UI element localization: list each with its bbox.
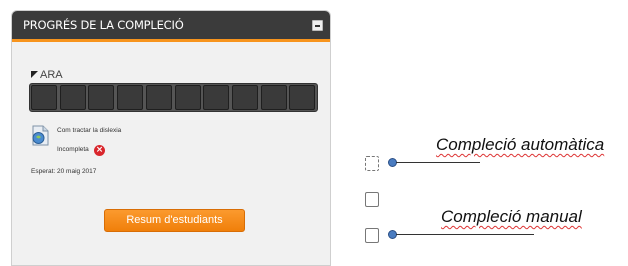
document-activity-icon[interactable] xyxy=(31,125,50,146)
automatic-completion-label: Compleció automàtica xyxy=(436,135,605,154)
progress-cell[interactable] xyxy=(88,85,115,110)
progress-cell[interactable] xyxy=(231,85,258,110)
now-arrow-icon xyxy=(31,71,38,78)
progress-cell[interactable] xyxy=(59,85,86,110)
progress-cell[interactable] xyxy=(260,85,287,110)
manual-completion-label: Compleció manual xyxy=(441,207,582,226)
progress-cell[interactable] xyxy=(145,85,172,110)
status-text: Incompleta xyxy=(57,146,89,153)
progress-cell[interactable] xyxy=(174,85,201,110)
progress-bar xyxy=(29,83,318,112)
block-header: PROGRÉS DE LA COMPLECIÓ xyxy=(12,11,330,42)
student-summary-button[interactable]: Resum d'estudiants xyxy=(104,209,245,232)
activity-link[interactable]: Com tractar la dislexia xyxy=(57,127,121,134)
now-label: ARA xyxy=(40,69,63,81)
manual-pointer-line xyxy=(396,234,534,235)
incomplete-cross-icon: × xyxy=(94,145,105,156)
automatic-completion-checkbox-icon xyxy=(365,156,379,171)
expected-date: Esperat: 20 maig 2017 xyxy=(31,168,97,175)
progress-cell[interactable] xyxy=(289,85,316,110)
manual-completion-checkbox-icon-2 xyxy=(365,228,379,243)
collapse-icon[interactable] xyxy=(312,20,323,31)
manual-completion-checkbox-icon xyxy=(365,192,379,207)
automatic-pointer-line xyxy=(396,162,480,163)
completion-progress-block: PROGRÉS DE LA COMPLECIÓ ARA Com tractar … xyxy=(11,10,331,266)
progress-cell[interactable] xyxy=(31,85,57,110)
block-title: PROGRÉS DE LA COMPLECIÓ xyxy=(23,18,184,32)
progress-cell[interactable] xyxy=(203,85,230,110)
progress-cell[interactable] xyxy=(117,85,144,110)
